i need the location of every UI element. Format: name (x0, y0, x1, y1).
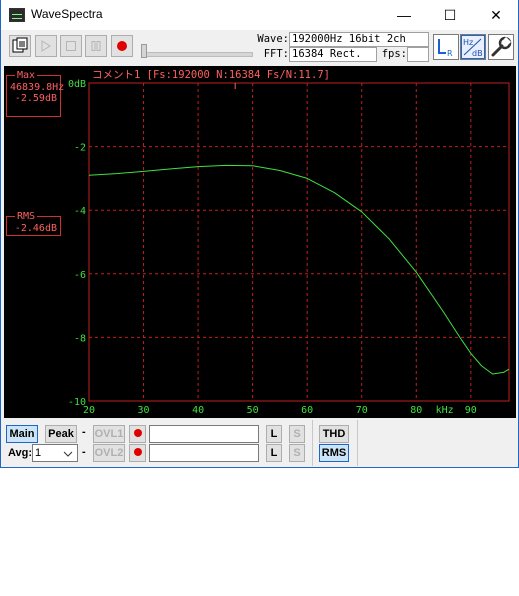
x-tick-label: 90 (465, 405, 477, 416)
panel-divider-2 (357, 420, 358, 466)
x-unit-label: kHz (436, 405, 454, 416)
control-panel: Main Peak - OVL1 L S Avg: 1 - OVL2 L S T… (1, 420, 518, 466)
rms-readout-label: RMS (15, 211, 38, 222)
avg-select-value: 1 (35, 447, 42, 459)
max-readout: Max 46839.8Hz -2.59dB (6, 70, 65, 117)
avg-select[interactable]: 1 (32, 444, 78, 462)
play-button[interactable] (35, 35, 57, 57)
peak-button[interactable]: Peak (45, 425, 77, 443)
record-ch1-icon (133, 429, 142, 438)
stop-icon (66, 41, 76, 51)
chevron-down-icon (63, 451, 73, 457)
y-tick-label: -6 (74, 270, 86, 281)
spectrum-chart: コメント1 [Fs:192000 N:16384 Fs/N:11.7]20 30 4… (68, 69, 510, 416)
x-tick-label: 70 (356, 405, 368, 416)
title-bar: WaveSpectra — ☐ ✕ (1, 0, 518, 30)
ovl2-indicator: OVL2 (93, 444, 125, 462)
x-tick-label: 60 (301, 405, 313, 416)
l-button-1[interactable]: L (266, 425, 282, 443)
app-icon (9, 8, 25, 22)
y-tick-label: -4 (74, 206, 86, 217)
separator-dash-1: - (82, 426, 86, 438)
app-window: WaveSpectra — ☐ ✕ Wave: 192000Hz 16bit 2… (0, 0, 519, 468)
separator-dash-2: - (82, 446, 86, 458)
channel-lr-icon: R (438, 39, 453, 58)
hz-db-icon: Hz dB (462, 36, 484, 58)
spectrum-plot[interactable]: コメント1 [Fs:192000 N:16384 Fs/N:11.7] 20 30 4… (4, 66, 516, 418)
pause-icon (91, 41, 101, 51)
svg-text:dB: dB (472, 49, 483, 58)
open-file-button[interactable] (9, 35, 31, 57)
avg-label: Avg: (8, 447, 33, 459)
record-ch1-button[interactable] (129, 425, 146, 443)
x-tick-label: 80 (410, 405, 422, 416)
fft-setting-value: 16384 Rect. (289, 47, 377, 62)
svg-text:Hz: Hz (463, 38, 473, 47)
rms-level-value: -2.46dB (14, 223, 57, 234)
scale-setting-button[interactable]: Hz dB (460, 34, 486, 60)
record-ch2-button[interactable] (129, 444, 146, 462)
s-button-2[interactable]: S (289, 444, 305, 462)
ch1-comment-field[interactable] (149, 425, 259, 443)
y-tick-label: 0dB (68, 79, 86, 90)
window-title: WaveSpectra (31, 7, 103, 21)
ch2-comment-field[interactable] (149, 444, 259, 462)
position-slider-thumb[interactable] (141, 44, 147, 58)
ovl1-indicator: OVL1 (93, 425, 125, 443)
l-button-2[interactable]: L (266, 444, 282, 462)
channel-lr-button[interactable]: R (433, 34, 459, 60)
wave-label: Wave: (257, 33, 289, 45)
y-tick-label: -10 (68, 397, 86, 408)
panel-divider-1 (312, 420, 313, 466)
minimize-button[interactable]: — (381, 0, 427, 30)
fft-label: FFT: (263, 48, 289, 60)
plot-frame (88, 82, 510, 402)
maximize-button[interactable]: ☐ (427, 0, 473, 30)
record-icon (117, 40, 127, 51)
max-readout-label: Max (15, 70, 38, 81)
play-icon (41, 40, 51, 52)
spectrum-trace (88, 164, 510, 375)
main-button[interactable]: Main (6, 425, 38, 443)
thd-button[interactable]: THD (319, 425, 349, 443)
toolbar: Wave: 192000Hz 16bit 2ch FFT: 16384 Rect… (1, 30, 518, 66)
s-button-1[interactable]: S (289, 425, 305, 443)
chart-comment: コメント1 [Fs:192000 N:16384 Fs/N:11.7] (92, 69, 330, 81)
y-tick-label: -8 (74, 333, 86, 344)
wrench-icon (491, 36, 512, 57)
rms-button[interactable]: RMS (319, 444, 349, 462)
svg-text:R: R (447, 49, 453, 58)
y-tick-label: -2 (74, 143, 86, 154)
x-tick-label: 40 (192, 405, 204, 416)
settings-button[interactable] (488, 34, 514, 60)
x-tick-label: 50 (247, 405, 259, 416)
x-tick-label: 30 (138, 405, 150, 416)
rms-readout: RMS -2.46dB (6, 211, 61, 236)
stop-button[interactable] (60, 35, 82, 57)
wave-format-value: 192000Hz 16bit 2ch (289, 32, 429, 47)
close-button[interactable]: ✕ (473, 0, 519, 30)
open-file-icon (12, 37, 28, 53)
max-level-value: -2.59dB (14, 93, 57, 104)
pause-button[interactable] (85, 35, 107, 57)
record-button[interactable] (111, 35, 133, 57)
position-slider[interactable] (141, 52, 253, 57)
record-ch2-icon (133, 448, 142, 457)
max-frequency-value: 46839.8Hz (10, 82, 65, 93)
fps-value (407, 47, 429, 62)
fps-label: fps: (381, 48, 407, 60)
